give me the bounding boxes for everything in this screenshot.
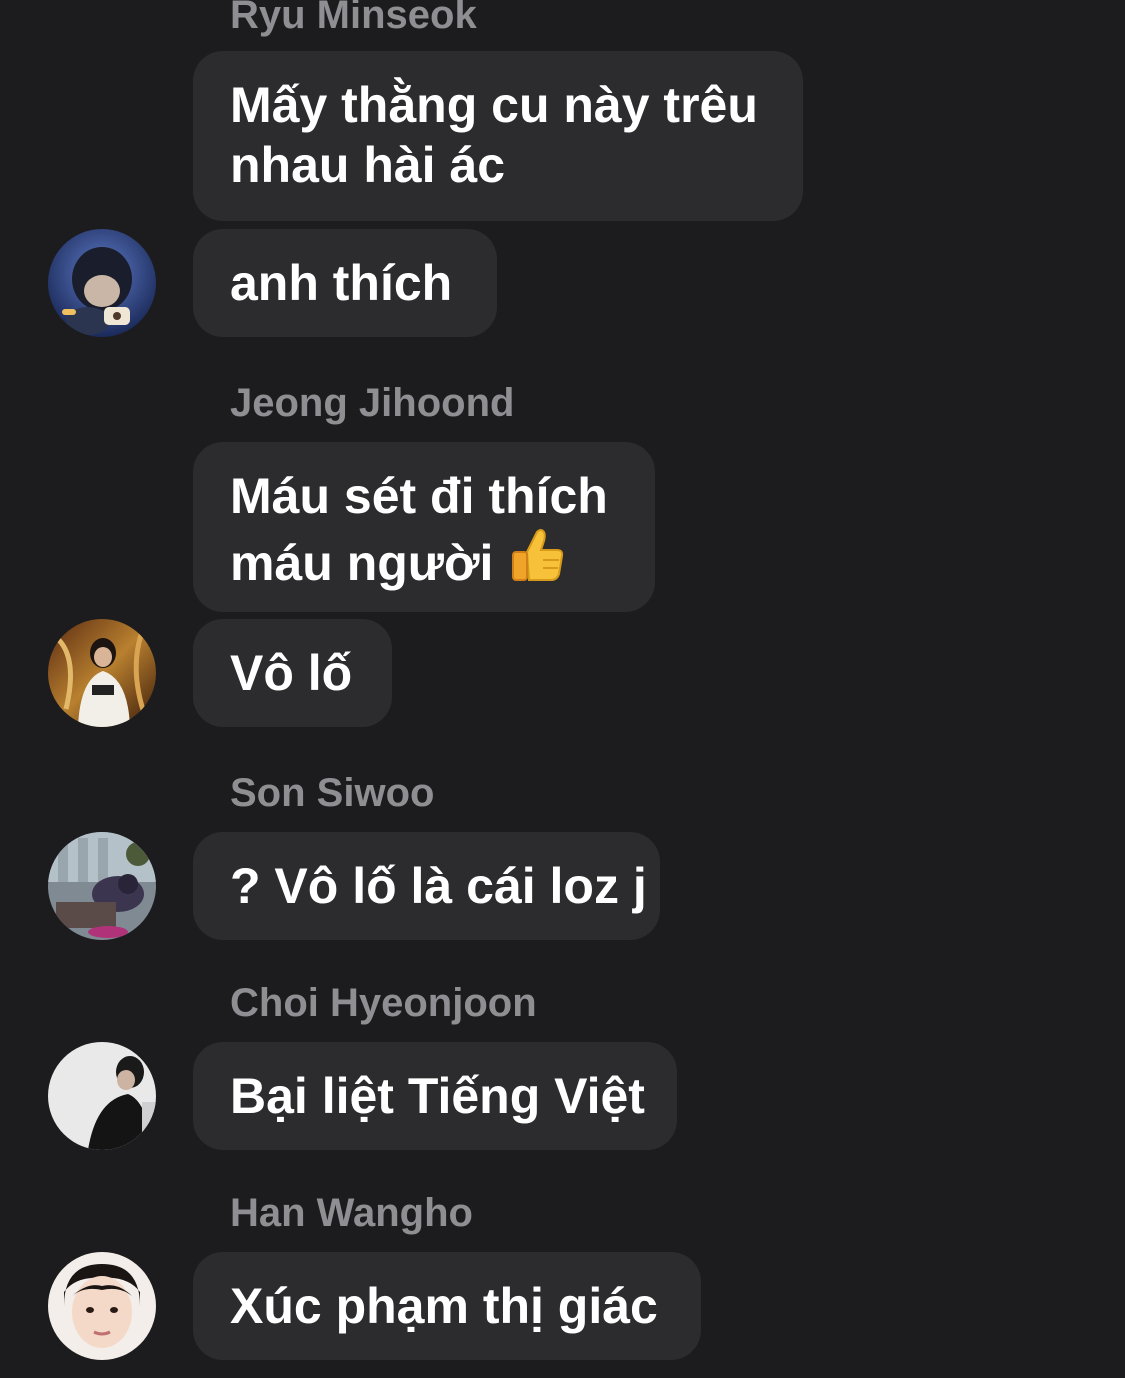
sender-name: Son Siwoo [230, 771, 435, 815]
avatar-choi-hyeonjoon[interactable] [48, 1042, 156, 1150]
message-text-line-1: Mấy thằng cu này trêu [230, 77, 758, 133]
message-bubble[interactable]: Máu sét đi thích máu người [193, 442, 655, 612]
sender-name: Ryu Minseok [230, 0, 477, 37]
message-bubble[interactable]: Xúc phạm thị giác [193, 1252, 701, 1360]
message-bubble[interactable]: Bại liệt Tiếng Việt [193, 1042, 677, 1150]
sender-name: Choi Hyeonjoon [230, 981, 537, 1025]
message-bubble[interactable]: Vô lố [193, 619, 392, 727]
thumbs-up-icon [512, 529, 564, 581]
avatar-han-wangho[interactable] [48, 1252, 156, 1360]
message-text-line-2: máu người [230, 535, 494, 591]
message-text: Vô lố [230, 645, 353, 701]
sender-name: Jeong Jihoond [230, 381, 515, 425]
message-bubble[interactable]: anh thích [193, 229, 497, 337]
message-text-line-2: nhau hài ác [230, 137, 506, 193]
avatar-ryu-minseok[interactable] [48, 229, 156, 337]
message-text-line-1: Máu sét đi thích [230, 468, 608, 524]
avatar-son-siwoo[interactable] [48, 832, 156, 940]
message-bubble[interactable]: Mấy thằng cu này trêu nhau hài ác [193, 51, 803, 221]
avatar-jeong-jihoond[interactable] [48, 619, 156, 727]
sender-name: Han Wangho [230, 1191, 473, 1235]
message-text: Bại liệt Tiếng Việt [230, 1068, 645, 1124]
message-text: Xúc phạm thị giác [230, 1278, 658, 1334]
message-bubble[interactable]: ? Vô lố là cái loz j [193, 832, 660, 940]
message-text: anh thích [230, 255, 453, 311]
message-text: ? Vô lố là cái loz j [230, 858, 647, 914]
